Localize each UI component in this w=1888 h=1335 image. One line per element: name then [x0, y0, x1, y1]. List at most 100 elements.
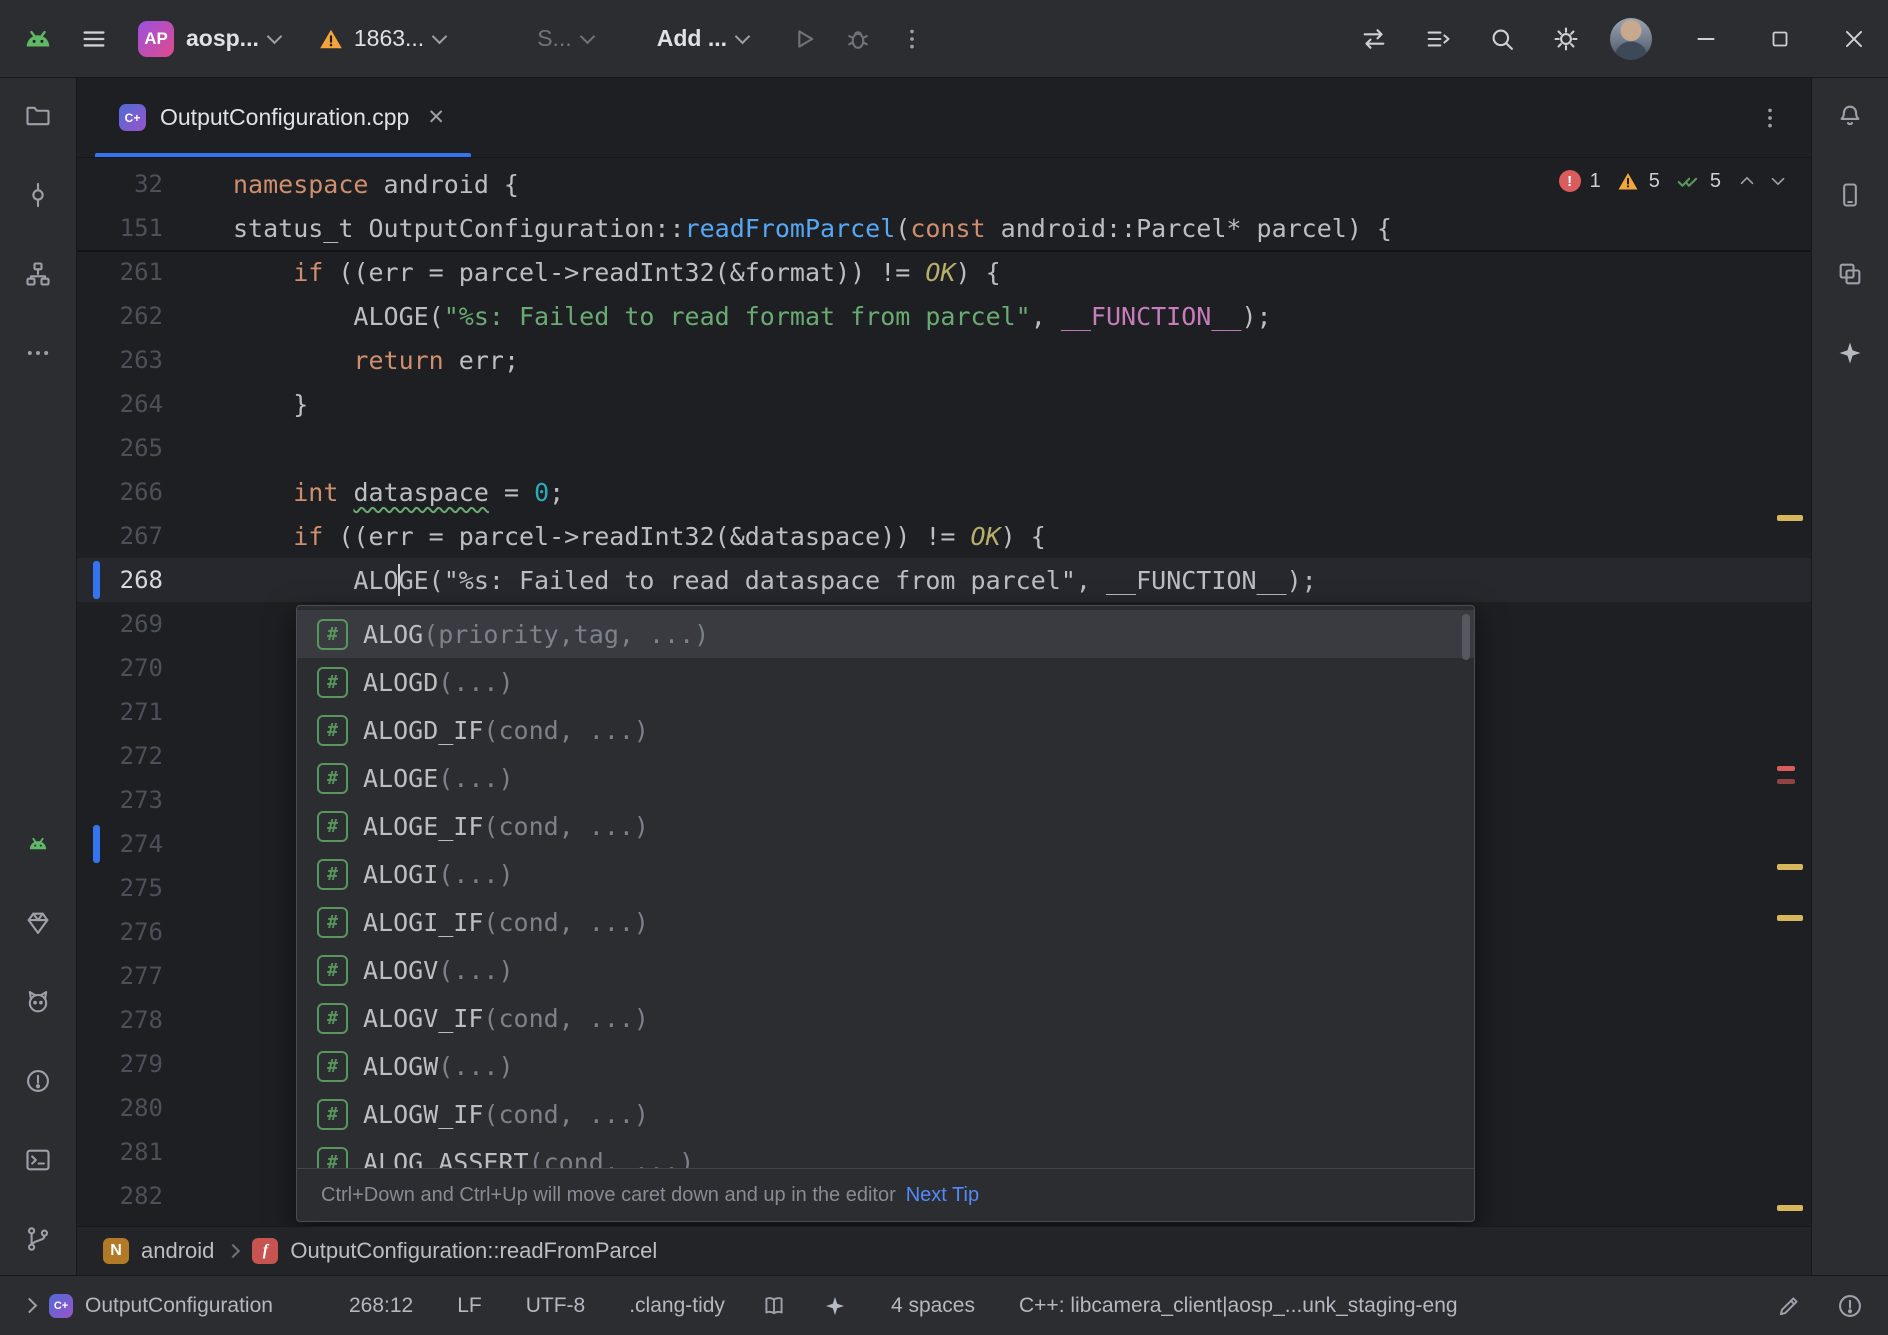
line-number[interactable]: 32: [77, 170, 163, 198]
edit-mode-pencil-icon[interactable]: [1776, 1293, 1802, 1319]
code-line-262[interactable]: 262 ALOGE("%s: Failed to read format fro…: [77, 294, 1811, 338]
line-number[interactable]: 275: [77, 874, 163, 902]
close-button[interactable]: [1840, 25, 1868, 53]
line-number[interactable]: 274: [77, 830, 163, 858]
code-line-264[interactable]: 264 }: [77, 382, 1811, 426]
completion-item-ALOGI[interactable]: #ALOGI(...): [297, 850, 1474, 898]
code-line-268[interactable]: 268 ALOGE("%s: Failed to read dataspace …: [77, 558, 1811, 602]
tab-close-icon[interactable]: ✕: [427, 107, 445, 128]
code-line-32[interactable]: 32namespace android {: [77, 162, 1811, 206]
stripe-error-mark[interactable]: [1777, 766, 1795, 771]
pull-requests-icon[interactable]: [16, 252, 60, 296]
settings-gear-icon[interactable]: [1552, 25, 1580, 53]
gemini-sparkle-icon[interactable]: [1828, 331, 1872, 375]
breadcrumb-function[interactable]: OutputConfiguration::readFromParcel: [290, 1238, 657, 1264]
popup-scrollbar[interactable]: [1462, 614, 1470, 660]
completion-item-ALOGE[interactable]: #ALOGE(...): [297, 754, 1474, 802]
code-line-261[interactable]: 261 if ((err = parcel->readInt32(&format…: [77, 250, 1811, 294]
logcat-cat-icon[interactable]: [16, 980, 60, 1024]
reader-mode-book-icon[interactable]: [761, 1293, 787, 1319]
more-actions-button[interactable]: [898, 25, 926, 53]
line-number[interactable]: 281: [77, 1138, 163, 1166]
line-number[interactable]: 262: [77, 302, 163, 330]
completion-item-ALOGW[interactable]: #ALOGW(...): [297, 1042, 1474, 1090]
run-button[interactable]: [790, 25, 818, 53]
run-configuration-selector[interactable]: S...: [537, 25, 593, 52]
tab-options-kebab-icon[interactable]: [1757, 105, 1783, 131]
code-line-265[interactable]: 265: [77, 426, 1811, 470]
next-problem-chevron-down-icon[interactable]: [1767, 170, 1789, 192]
device-explorer-icon[interactable]: [1828, 173, 1872, 217]
statusbar-file-widget[interactable]: C+ OutputConfiguration: [49, 1294, 273, 1318]
completion-item-ALOGD_IF[interactable]: #ALOGD_IF(cond, ...): [297, 706, 1474, 754]
device-selector[interactable]: Add ...: [657, 25, 748, 52]
project-folder-icon[interactable]: [16, 94, 60, 138]
app-quality-insights-gem-icon[interactable]: [16, 901, 60, 945]
line-number[interactable]: 264: [77, 390, 163, 418]
line-number[interactable]: 268: [77, 566, 163, 594]
code-line-151[interactable]: 151status_t OutputConfiguration::readFro…: [77, 206, 1811, 250]
line-number[interactable]: 271: [77, 698, 163, 726]
tab-outputconfiguration-cpp[interactable]: C+ OutputConfiguration.cpp ✕: [95, 78, 471, 157]
branch-selector[interactable]: 1863...: [318, 25, 445, 52]
line-number[interactable]: 265: [77, 434, 163, 462]
line-number[interactable]: 267: [77, 522, 163, 550]
task-list-icon[interactable]: [1424, 25, 1452, 53]
caret-position[interactable]: 268:12: [349, 1294, 413, 1318]
line-number[interactable]: 261: [77, 258, 163, 286]
notifications-bell-icon[interactable]: [1828, 94, 1872, 138]
toolchain-widget[interactable]: C++: libcamera_client|aosp_...unk_stagin…: [1019, 1294, 1458, 1318]
search-everywhere-button[interactable]: [1488, 25, 1516, 53]
line-separator[interactable]: LF: [457, 1294, 482, 1318]
ai-sparkle-icon[interactable]: [823, 1294, 847, 1318]
line-number[interactable]: 279: [77, 1050, 163, 1078]
line-number[interactable]: 276: [77, 918, 163, 946]
next-tip-link[interactable]: Next Tip: [906, 1184, 979, 1207]
user-avatar[interactable]: [1610, 18, 1652, 60]
stripe-warning-mark[interactable]: [1777, 515, 1803, 521]
line-number[interactable]: 277: [77, 962, 163, 990]
code-line-263[interactable]: 263 return err;: [77, 338, 1811, 382]
code-line-266[interactable]: 266 int dataspace = 0;: [77, 470, 1811, 514]
code-line-267[interactable]: 267 if ((err = parcel->readInt32(&datasp…: [77, 514, 1811, 558]
project-selector[interactable]: AP aosp...: [138, 21, 280, 57]
completion-item-ALOG_ASSERT[interactable]: #ALOG_ASSERT(cond, ...): [297, 1138, 1474, 1168]
line-number[interactable]: 151: [77, 214, 163, 242]
more-tools-icon[interactable]: [16, 331, 60, 375]
line-number[interactable]: 278: [77, 1006, 163, 1034]
resource-manager-layers-icon[interactable]: [1828, 252, 1872, 296]
code-editor[interactable]: 32namespace android {151status_t OutputC…: [77, 158, 1811, 1226]
stripe-warning-mark[interactable]: [1777, 1205, 1803, 1211]
line-number[interactable]: 273: [77, 786, 163, 814]
line-number[interactable]: 270: [77, 654, 163, 682]
minimize-button[interactable]: [1692, 25, 1720, 53]
maximize-button[interactable]: [1766, 25, 1794, 53]
completion-item-ALOGV_IF[interactable]: #ALOGV_IF(cond, ...): [297, 994, 1474, 1042]
commit-icon[interactable]: [16, 173, 60, 217]
status-error-circle-icon[interactable]: [1836, 1292, 1864, 1320]
completion-item-ALOGW_IF[interactable]: #ALOGW_IF(cond, ...): [297, 1090, 1474, 1138]
line-number[interactable]: 263: [77, 346, 163, 374]
stripe-warning-mark[interactable]: [1777, 864, 1803, 870]
expand-chevron-icon[interactable]: [22, 1298, 38, 1314]
line-number[interactable]: 280: [77, 1094, 163, 1122]
inspections-widget[interactable]: ! 1 5 5: [1559, 168, 1789, 194]
stripe-warning-mark[interactable]: [1777, 915, 1803, 921]
indent-size[interactable]: 4 spaces: [891, 1294, 975, 1318]
device-manager-android-icon[interactable]: [16, 822, 60, 866]
git-branch-icon[interactable]: [16, 1217, 60, 1261]
terminal-icon[interactable]: [16, 1138, 60, 1182]
line-number[interactable]: 272: [77, 742, 163, 770]
completion-item-ALOG[interactable]: #ALOG(priority,tag, ...): [297, 610, 1474, 658]
completion-item-ALOGE_IF[interactable]: #ALOGE_IF(cond, ...): [297, 802, 1474, 850]
file-encoding[interactable]: UTF-8: [526, 1294, 586, 1318]
line-number[interactable]: 282: [77, 1182, 163, 1210]
debug-button[interactable]: [844, 25, 872, 53]
line-number[interactable]: 269: [77, 610, 163, 638]
completion-item-ALOGI_IF[interactable]: #ALOGI_IF(cond, ...): [297, 898, 1474, 946]
completion-item-ALOGV[interactable]: #ALOGV(...): [297, 946, 1474, 994]
breadcrumb-namespace[interactable]: android: [141, 1238, 214, 1264]
compare-icon[interactable]: [1360, 25, 1388, 53]
clang-tidy-widget[interactable]: .clang-tidy: [629, 1294, 725, 1318]
stripe-error-mark[interactable]: [1777, 779, 1795, 784]
